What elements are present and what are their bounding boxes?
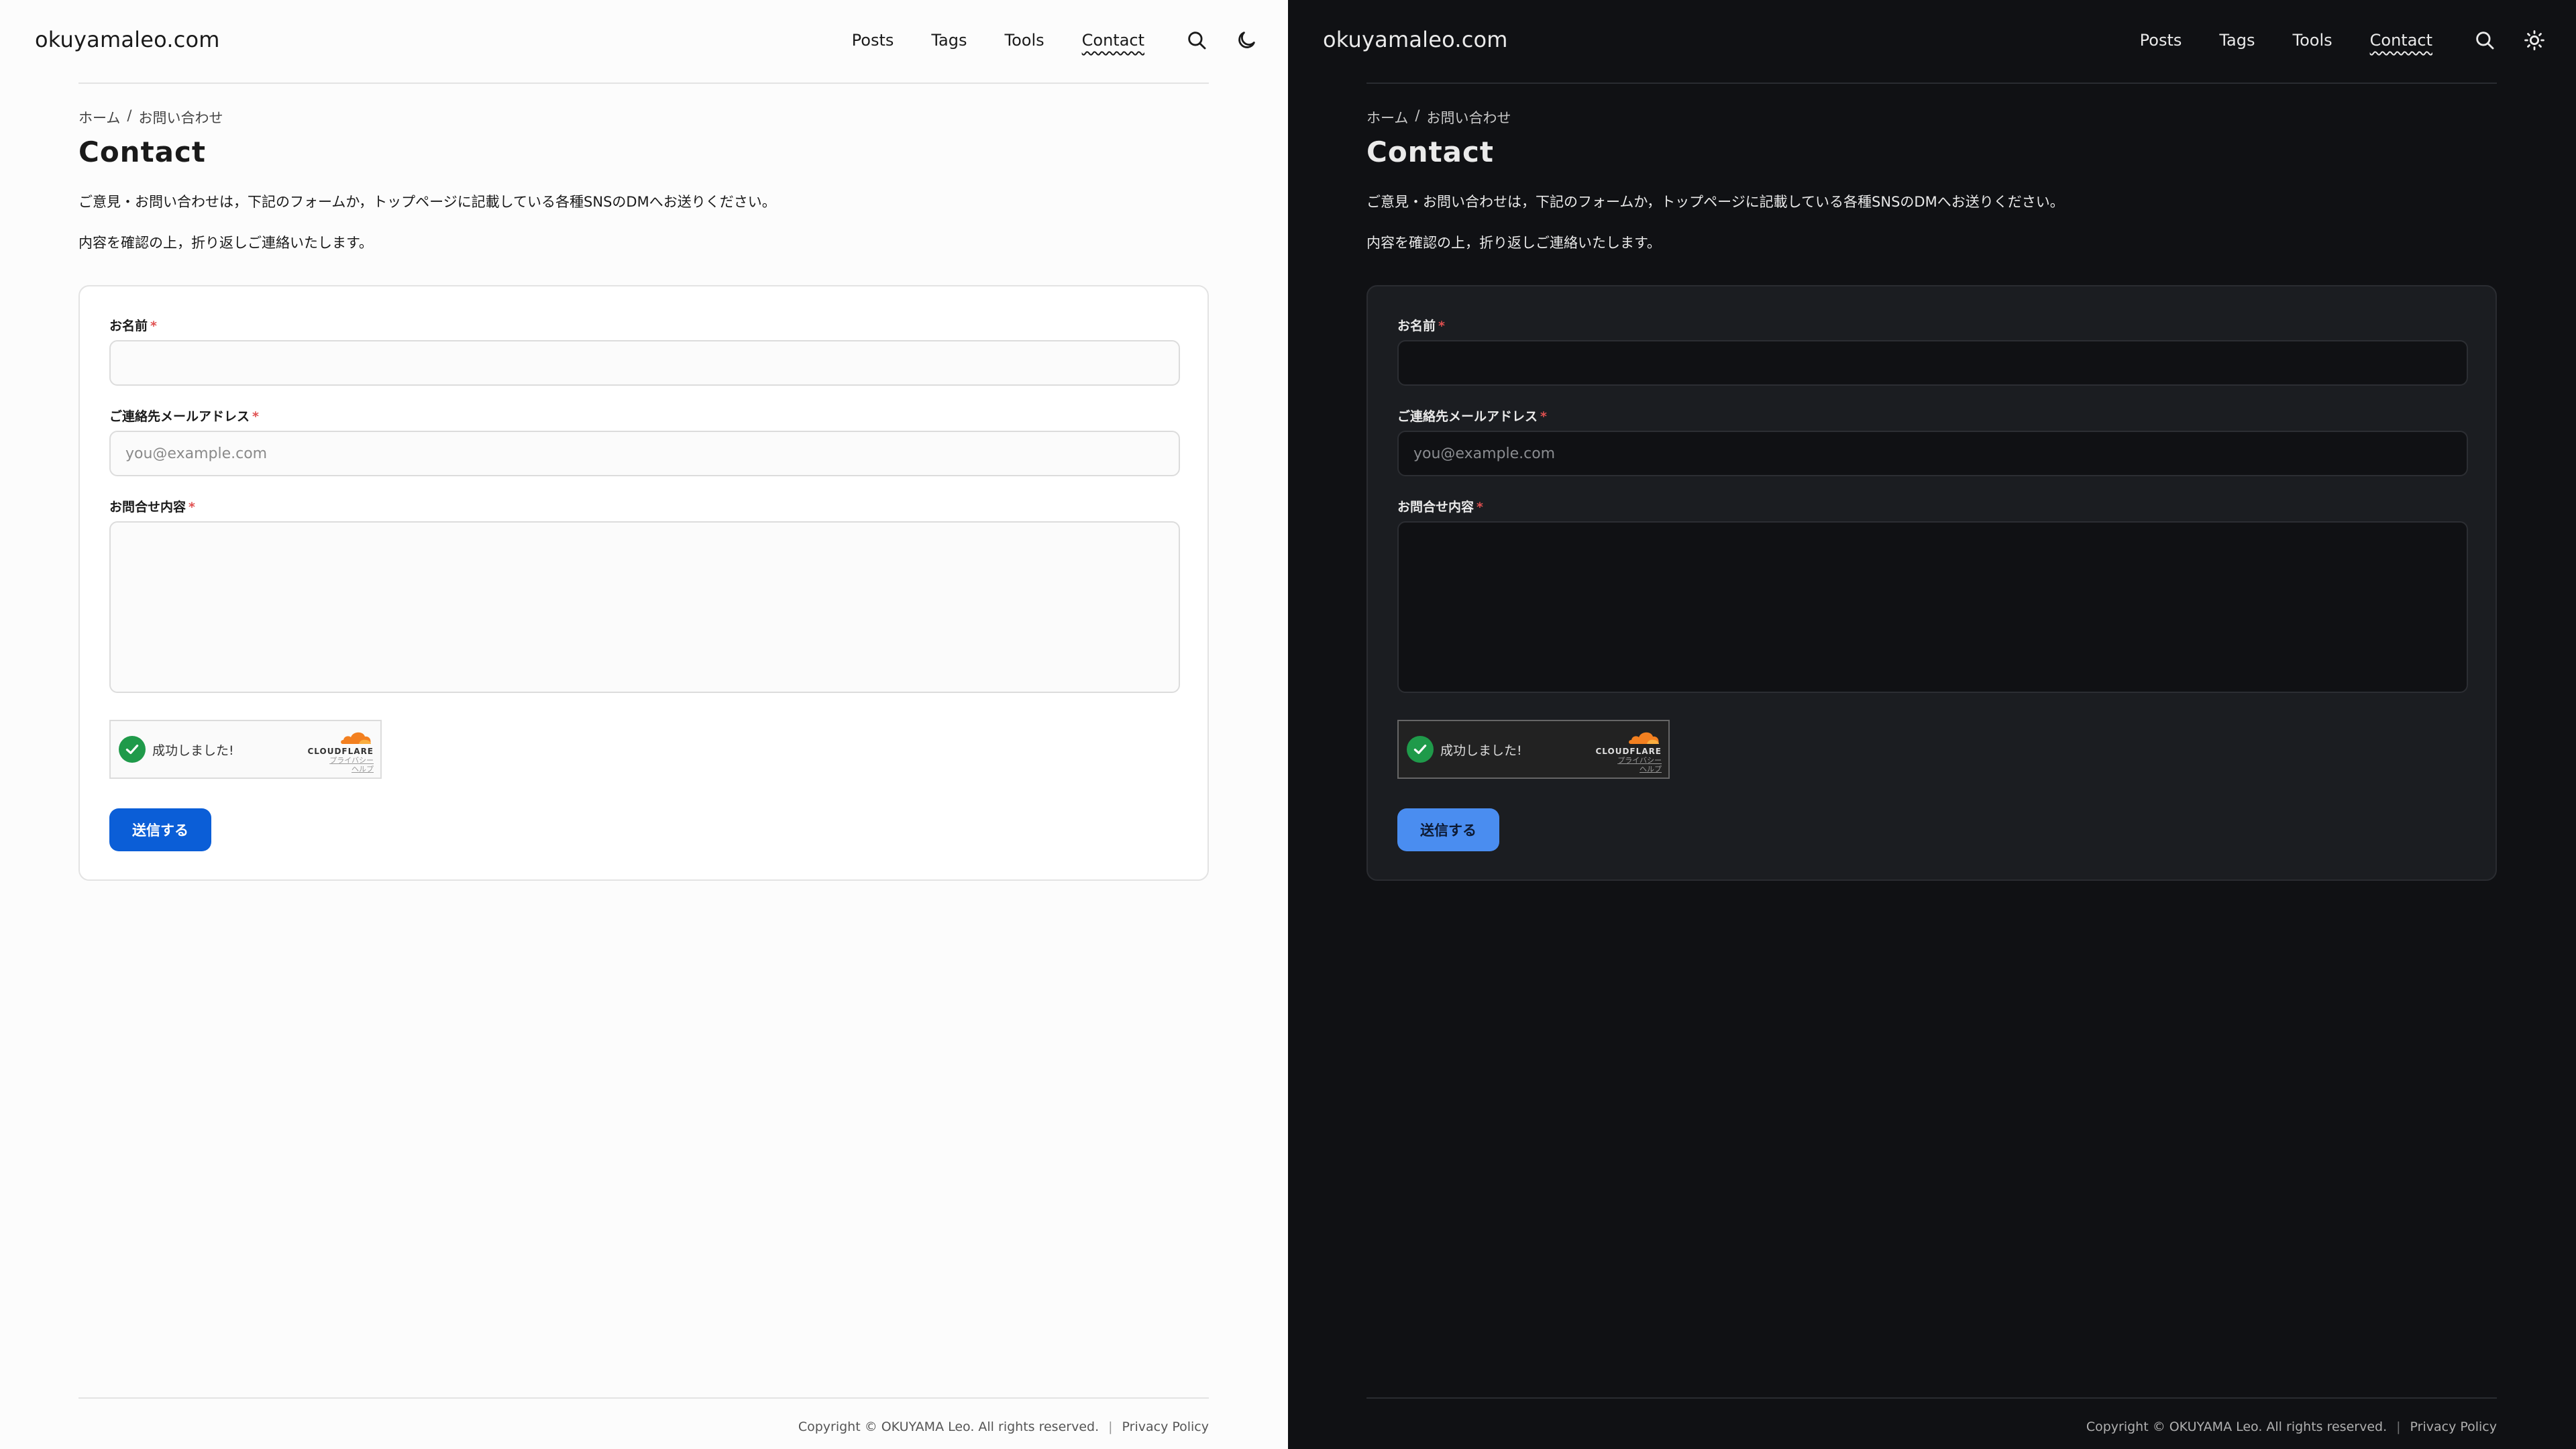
turnstile-privacy-link[interactable]: プライバシー (1617, 756, 1662, 765)
breadcrumb-home[interactable]: ホーム (1366, 107, 1408, 127)
intro-text: ご意見・お問い合わせは，下記のフォームか，トップページに記載している各種SNSの… (78, 194, 776, 210)
breadcrumb-current: お問い合わせ (138, 110, 223, 126)
check-icon (1407, 736, 1434, 763)
breadcrumb: ホーム / お問い合わせ (78, 107, 1209, 127)
email-field[interactable] (109, 431, 1180, 476)
required-mark: * (1438, 319, 1445, 333)
required-mark: * (1540, 409, 1547, 424)
privacy-policy-link[interactable]: Privacy Policy (2410, 1419, 2497, 1434)
cloudflare-logo-text: CLOUDFLARE (1595, 747, 1662, 756)
cloudflare-logo-text: CLOUDFLARE (307, 747, 374, 756)
email-label: ご連絡先メールアドレス * (1397, 409, 1547, 424)
nav-tools[interactable]: Tools (1005, 25, 1044, 55)
search-button[interactable] (2470, 25, 2500, 55)
site-title-link[interactable]: okuyamaleo.com (1323, 27, 1508, 52)
turnstile-help-link[interactable]: ヘルプ (352, 765, 374, 773)
search-icon (2476, 32, 2494, 50)
message-field[interactable] (109, 521, 1180, 693)
name-field[interactable] (109, 340, 1180, 386)
theme-toggle-button[interactable] (2520, 25, 2549, 55)
nav-posts[interactable]: Posts (852, 25, 894, 55)
name-field[interactable] (1397, 340, 2468, 386)
breadcrumb-current: お問い合わせ (1426, 110, 1511, 126)
nav-tags[interactable]: Tags (2219, 25, 2255, 55)
footer-divider (1366, 1397, 2497, 1399)
turnstile-widget[interactable]: 成功しました! CLOUDFLARE プライバシー ヘルプ (109, 720, 382, 779)
sun-icon (2524, 30, 2544, 50)
nav-contact[interactable]: Contact (2370, 25, 2432, 55)
header-divider (78, 83, 1209, 84)
name-label: お名前 * (109, 319, 157, 333)
check-icon (119, 736, 146, 763)
cloud-icon (339, 728, 374, 748)
search-icon (1188, 32, 1206, 50)
dark-theme-page: okuyamaleo.com Posts Tags Tools Contact … (1288, 0, 2576, 1449)
submit-button[interactable]: 送信する (1397, 808, 1499, 851)
main-nav: Posts Tags Tools Contact (2140, 25, 2549, 55)
contact-form: お名前* ご連絡先メールアドレス* お問合せ内容* 成功しました! CLOUDF… (1366, 285, 2497, 881)
message-label: お問合せ内容 * (1397, 500, 1483, 515)
intro-text-2: 内容を確認の上，折り返しご連絡いたします。 (78, 235, 373, 252)
main-content: ホーム / お問い合わせ Contact ご意見・お問い合わせは，下記のフォーム… (1366, 107, 2497, 254)
turnstile-status: 成功しました! (152, 743, 234, 758)
privacy-policy-link[interactable]: Privacy Policy (1122, 1419, 1209, 1434)
footer-separator: | (1108, 1419, 1113, 1434)
search-button[interactable] (1182, 25, 1212, 55)
intro-text: ご意見・お問い合わせは，下記のフォームか，トップページに記載している各種SNSの… (1366, 194, 2064, 210)
intro-text-2: 内容を確認の上，折り返しご連絡いたします。 (1366, 235, 1661, 252)
header-divider (1366, 83, 2497, 84)
nav-contact[interactable]: Contact (1082, 25, 1144, 55)
copyright-text: Copyright © OKUYAMA Leo. All rights rese… (2086, 1419, 2387, 1434)
message-field[interactable] (1397, 521, 2468, 693)
nav-posts[interactable]: Posts (2140, 25, 2182, 55)
main-content: ホーム / お問い合わせ Contact ご意見・お問い合わせは，下記のフォーム… (78, 107, 1209, 254)
moon-icon (1238, 32, 1255, 48)
turnstile-widget[interactable]: 成功しました! CLOUDFLARE プライバシー ヘルプ (1397, 720, 1670, 779)
required-mark: * (150, 319, 157, 333)
site-footer: Copyright © OKUYAMA Leo. All rights rese… (2086, 1419, 2497, 1434)
breadcrumb-separator: / (127, 107, 132, 123)
page-title: Contact (1366, 136, 1494, 168)
submit-button[interactable]: 送信する (109, 808, 211, 851)
turnstile-privacy-link[interactable]: プライバシー (329, 756, 374, 765)
footer-separator: | (2396, 1419, 2401, 1434)
message-label: お問合せ内容 * (109, 500, 195, 515)
cloud-icon (1627, 728, 1662, 748)
email-label: ご連絡先メールアドレス * (109, 409, 259, 424)
page-title: Contact (78, 136, 206, 168)
required-mark: * (189, 500, 195, 515)
site-title-link[interactable]: okuyamaleo.com (35, 27, 220, 52)
breadcrumb: ホーム / お問い合わせ (1366, 107, 2497, 127)
breadcrumb-separator: / (1415, 107, 1420, 123)
site-footer: Copyright © OKUYAMA Leo. All rights rese… (798, 1419, 1209, 1434)
theme-toggle-button[interactable] (1232, 25, 1261, 55)
name-label: お名前 * (1397, 319, 1445, 333)
nav-tools[interactable]: Tools (2293, 25, 2332, 55)
main-nav: Posts Tags Tools Contact (852, 25, 1261, 55)
breadcrumb-home[interactable]: ホーム (78, 107, 120, 127)
email-field[interactable] (1397, 431, 2468, 476)
required-mark: * (1477, 500, 1483, 515)
contact-form: お名前* ご連絡先メールアドレス* お問合せ内容* 成功しました! CLOUDF… (78, 285, 1209, 881)
cloudflare-branding: CLOUDFLARE プライバシー ヘルプ (308, 728, 374, 773)
turnstile-help-link[interactable]: ヘルプ (1640, 765, 1662, 773)
nav-tags[interactable]: Tags (931, 25, 967, 55)
site-header: okuyamaleo.com Posts Tags Tools Contact (0, 0, 1288, 83)
copyright-text: Copyright © OKUYAMA Leo. All rights rese… (798, 1419, 1099, 1434)
turnstile-status: 成功しました! (1440, 743, 1522, 758)
cloudflare-branding: CLOUDFLARE プライバシー ヘルプ (1596, 728, 1662, 773)
site-header: okuyamaleo.com Posts Tags Tools Contact (1288, 0, 2576, 83)
footer-divider (78, 1397, 1209, 1399)
light-theme-page: okuyamaleo.com Posts Tags Tools Contact … (0, 0, 1288, 1449)
required-mark: * (252, 409, 259, 424)
